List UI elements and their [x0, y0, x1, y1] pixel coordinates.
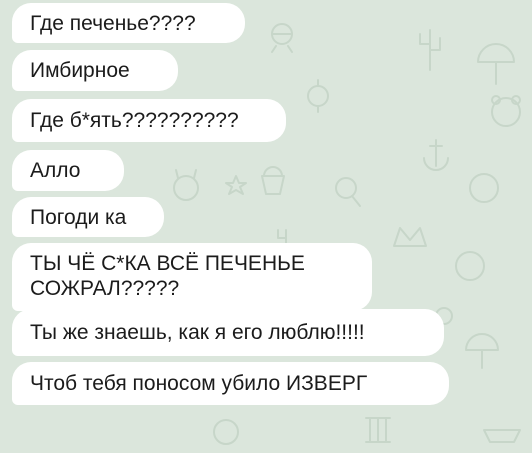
message-bubble: Где печенье????	[12, 3, 245, 43]
message-bubble: Погоди ка	[12, 197, 164, 237]
message-bubble: Ты же знаешь, как я его люблю!!!!!	[12, 309, 444, 356]
message-text: Алло	[30, 159, 81, 182]
message-bubble: Имбирное	[12, 50, 178, 91]
message-text: Где печенье????	[30, 11, 196, 35]
message-bubble: Алло	[12, 150, 124, 191]
message-text: Погоди ка	[30, 205, 127, 229]
message-list: Где печенье???? Имбирное Где б*ять??????…	[0, 0, 532, 453]
message-text-line: СОЖРАЛ?????	[30, 277, 180, 300]
message-text: Ты же знаешь, как я его люблю!!!!!	[30, 321, 365, 344]
message-bubble: Чтоб тебя поносом убило ИЗВЕРГ	[12, 362, 449, 405]
message-bubble: Где б*ять??????????	[12, 99, 286, 142]
message-text-line: ТЫ ЧЁ С*КА ВСЁ ПЕЧЕНЬЕ	[30, 252, 305, 275]
message-text: Чтоб тебя поносом убило ИЗВЕРГ	[30, 372, 368, 395]
message-text: Где б*ять??????????	[30, 109, 239, 132]
message-bubble: ТЫ ЧЁ С*КА ВСЁ ПЕЧЕНЬЕ СОЖРАЛ?????	[12, 243, 372, 311]
message-text: Имбирное	[30, 59, 130, 82]
